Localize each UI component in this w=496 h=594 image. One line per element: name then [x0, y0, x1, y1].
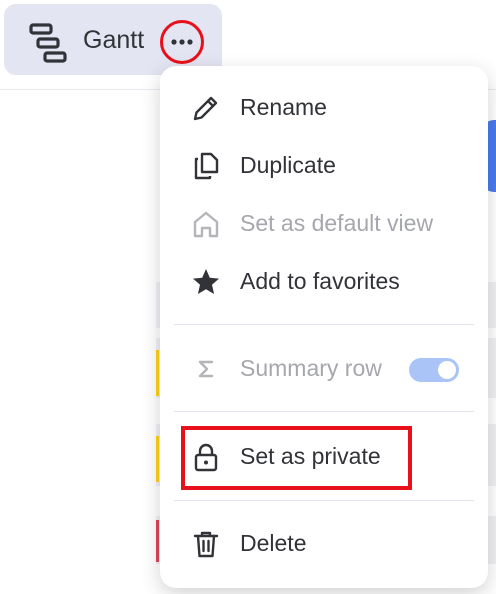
view-tab-gantt[interactable]: Gantt: [4, 4, 222, 75]
menu-item-label: Set as default view: [240, 210, 434, 236]
menu-item-label: Add to favorites: [240, 268, 400, 294]
menu-item-label: Rename: [240, 94, 327, 120]
menu-item-rename[interactable]: Rename: [160, 80, 488, 136]
trash-icon: [193, 531, 219, 558]
summary-row-toggle[interactable]: [409, 358, 459, 382]
menu-item-duplicate[interactable]: Duplicate: [160, 138, 488, 194]
highlight-annotation: [181, 426, 412, 490]
home-icon: [193, 211, 219, 238]
menu-item-label: Duplicate: [240, 152, 336, 178]
view-options-menu: Rename Duplicate Set as default view Add…: [160, 66, 488, 588]
menu-item-label: Delete: [240, 530, 307, 556]
pencil-icon: [193, 96, 218, 121]
group-color-marker: [156, 436, 159, 482]
toggle-knob: [438, 361, 456, 379]
ellipsis-icon: [171, 39, 193, 45]
star-icon: [193, 269, 219, 294]
menu-item-label: Summary row: [240, 355, 382, 381]
menu-divider: [174, 411, 474, 412]
view-options-button[interactable]: [160, 20, 204, 64]
group-color-marker: [156, 350, 159, 396]
menu-divider: [174, 324, 474, 325]
menu-item-add-to-favorites[interactable]: Add to favorites: [160, 254, 488, 310]
gantt-icon: [29, 23, 67, 63]
duplicate-icon: [194, 152, 219, 180]
group-color-marker: [156, 520, 159, 562]
sigma-icon: [198, 360, 214, 378]
menu-divider: [174, 500, 474, 501]
menu-item-set-default-view: Set as default view: [160, 196, 488, 252]
menu-item-summary-row: Summary row: [160, 341, 488, 397]
menu-item-delete[interactable]: Delete: [160, 516, 488, 572]
view-tab-label: Gantt: [83, 26, 145, 54]
